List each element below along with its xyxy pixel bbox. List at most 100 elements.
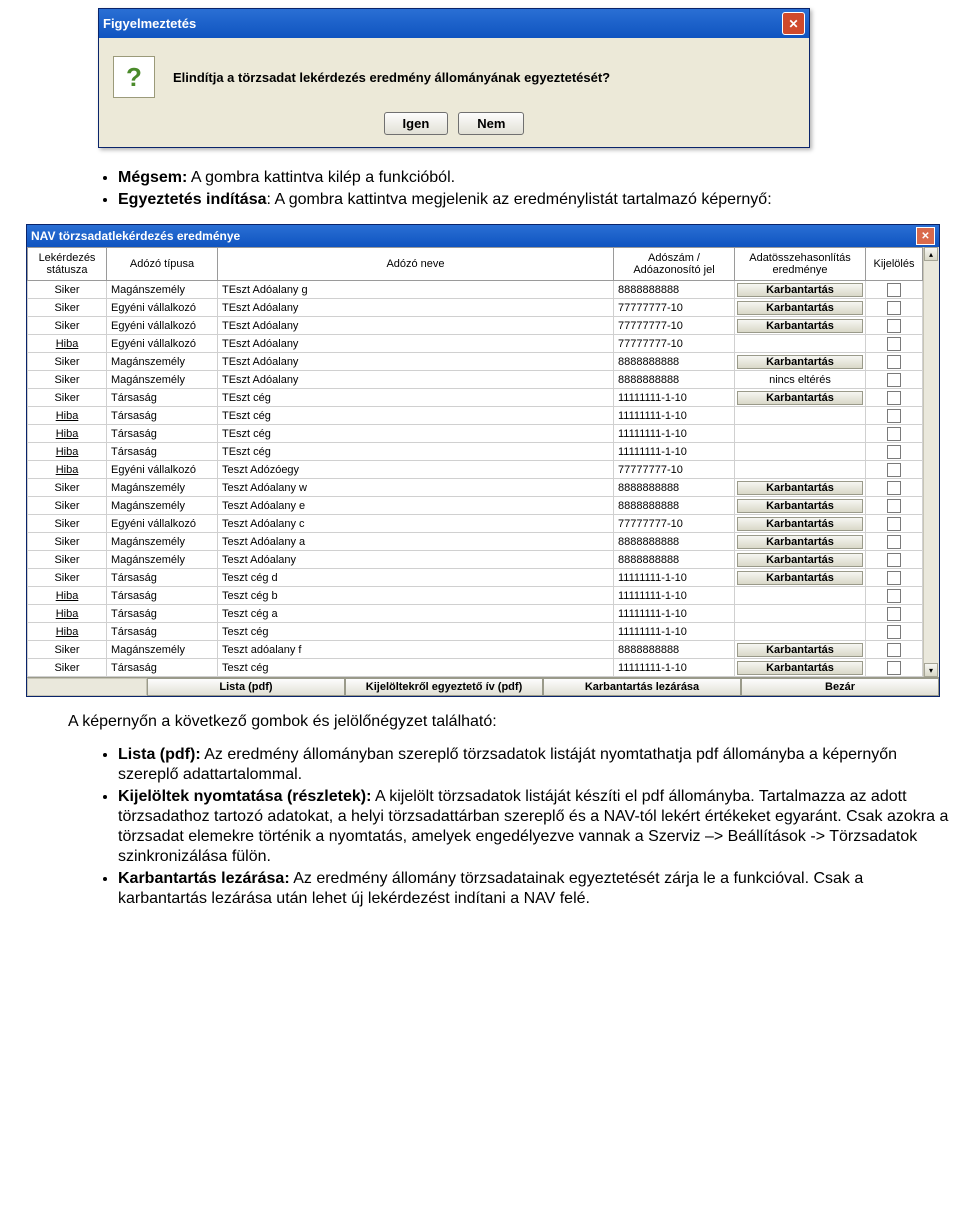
col-compare[interactable]: Adatösszehasonlítás eredménye	[735, 248, 866, 281]
cell-select	[866, 425, 923, 443]
cell-name: Teszt Adóalany	[218, 551, 614, 569]
karbantartas-button[interactable]: Karbantartás	[737, 319, 863, 333]
select-checkbox[interactable]	[887, 283, 901, 297]
select-checkbox[interactable]	[887, 571, 901, 585]
status-link[interactable]: Hiba	[56, 338, 79, 350]
cell-taxid: 77777777-10	[614, 299, 735, 317]
select-checkbox[interactable]	[887, 643, 901, 657]
table-row[interactable]: HibaTársaságTeszt cég11111111-1-10	[28, 623, 923, 641]
select-checkbox[interactable]	[887, 337, 901, 351]
table-row[interactable]: HibaTársaságTeszt cég b11111111-1-10	[28, 587, 923, 605]
select-checkbox[interactable]	[887, 589, 901, 603]
karbantartas-button[interactable]: Karbantartás	[737, 481, 863, 495]
table-row[interactable]: HibaEgyéni vállalkozóTeszt Adózóegy77777…	[28, 461, 923, 479]
cell-compare: Karbantartás	[735, 353, 866, 371]
table-row[interactable]: HibaTársaságTEszt cég11111111-1-10	[28, 443, 923, 461]
select-checkbox[interactable]	[887, 373, 901, 387]
select-checkbox[interactable]	[887, 427, 901, 441]
select-checkbox[interactable]	[887, 445, 901, 459]
close-icon[interactable]: ✕	[916, 227, 935, 245]
table-row[interactable]: SikerTársaságTeszt cég d11111111-1-10Kar…	[28, 569, 923, 587]
scroll-up-icon[interactable]: ▴	[924, 247, 938, 261]
karbantartas-lezarasa-button[interactable]: Karbantartás lezárása	[543, 678, 741, 696]
status-link[interactable]: Hiba	[56, 428, 79, 440]
yes-button[interactable]: Igen	[384, 112, 449, 135]
table-row[interactable]: HibaTársaságTEszt cég11111111-1-10	[28, 425, 923, 443]
karbantartas-button[interactable]: Karbantartás	[737, 535, 863, 549]
cell-type: Magánszemély	[107, 641, 218, 659]
select-checkbox[interactable]	[887, 409, 901, 423]
cell-select	[866, 371, 923, 389]
col-taxid[interactable]: Adószám / Adóazonosító jel	[614, 248, 735, 281]
select-checkbox[interactable]	[887, 463, 901, 477]
cell-compare	[735, 461, 866, 479]
table-row[interactable]: HibaEgyéni vállalkozóTEszt Adóalany77777…	[28, 335, 923, 353]
vertical-scrollbar[interactable]: ▴ ▾	[923, 247, 939, 677]
table-row[interactable]: HibaTársaságTeszt cég a11111111-1-10	[28, 605, 923, 623]
karbantartas-button[interactable]: Karbantartás	[737, 661, 863, 675]
status-link[interactable]: Hiba	[56, 410, 79, 422]
scroll-down-icon[interactable]: ▾	[924, 663, 938, 677]
karbantartas-button[interactable]: Karbantartás	[737, 553, 863, 567]
cell-type: Egyéni vállalkozó	[107, 317, 218, 335]
table-row[interactable]: SikerMagánszemélyTEszt Adóalany g8888888…	[28, 281, 923, 299]
col-type[interactable]: Adózó típusa	[107, 248, 218, 281]
select-checkbox[interactable]	[887, 607, 901, 621]
lista-pdf-button[interactable]: Lista (pdf)	[147, 678, 345, 696]
select-checkbox[interactable]	[887, 625, 901, 639]
close-icon[interactable]: ✕	[782, 12, 805, 35]
table-row[interactable]: SikerEgyéni vállalkozóTEszt Adóalany7777…	[28, 299, 923, 317]
select-checkbox[interactable]	[887, 481, 901, 495]
status-link[interactable]: Hiba	[56, 608, 79, 620]
select-checkbox[interactable]	[887, 301, 901, 315]
results-title: NAV törzsadatlekérdezés eredménye	[31, 229, 240, 243]
table-row[interactable]: SikerMagánszemélyTeszt Adóalany888888888…	[28, 551, 923, 569]
select-checkbox[interactable]	[887, 553, 901, 567]
select-checkbox[interactable]	[887, 499, 901, 513]
cell-compare: Karbantartás	[735, 515, 866, 533]
select-checkbox[interactable]	[887, 391, 901, 405]
col-select[interactable]: Kijelölés	[866, 248, 923, 281]
table-row[interactable]: SikerMagánszemélyTeszt Adóalany w8888888…	[28, 479, 923, 497]
table-row[interactable]: SikerMagánszemélyTEszt Adóalany888888888…	[28, 371, 923, 389]
table-row[interactable]: SikerMagánszemélyTEszt Adóalany888888888…	[28, 353, 923, 371]
cell-type: Magánszemély	[107, 479, 218, 497]
cell-select	[866, 407, 923, 425]
karbantartas-button[interactable]: Karbantartás	[737, 301, 863, 315]
select-checkbox[interactable]	[887, 661, 901, 675]
bezar-button[interactable]: Bezár	[741, 678, 939, 696]
status-link[interactable]: Hiba	[56, 464, 79, 476]
table-row[interactable]: SikerEgyéni vállalkozóTeszt Adóalany c77…	[28, 515, 923, 533]
status-link[interactable]: Hiba	[56, 590, 79, 602]
cell-select	[866, 641, 923, 659]
table-row[interactable]: SikerMagánszemélyTeszt Adóalany e8888888…	[28, 497, 923, 515]
cell-name: Teszt cég	[218, 659, 614, 677]
table-row[interactable]: SikerEgyéni vállalkozóTEszt Adóalany7777…	[28, 317, 923, 335]
col-status[interactable]: Lekérdezés státusza	[28, 248, 107, 281]
warning-dialog: Figyelmeztetés ✕ ? Elindítja a törzsadat…	[98, 8, 810, 148]
karbantartas-button[interactable]: Karbantartás	[737, 643, 863, 657]
status-link[interactable]: Hiba	[56, 446, 79, 458]
select-checkbox[interactable]	[887, 355, 901, 369]
status-link[interactable]: Hiba	[56, 626, 79, 638]
karbantartas-button[interactable]: Karbantartás	[737, 355, 863, 369]
cell-status: Hiba	[28, 623, 107, 641]
col-name[interactable]: Adózó neve	[218, 248, 614, 281]
karbantartas-button[interactable]: Karbantartás	[737, 499, 863, 513]
select-checkbox[interactable]	[887, 319, 901, 333]
select-checkbox[interactable]	[887, 517, 901, 531]
no-button[interactable]: Nem	[458, 112, 524, 135]
karbantartas-button[interactable]: Karbantartás	[737, 283, 863, 297]
select-checkbox[interactable]	[887, 535, 901, 549]
karbantartas-button[interactable]: Karbantartás	[737, 571, 863, 585]
cell-select	[866, 569, 923, 587]
kijelolt-pdf-button[interactable]: Kijelöltekről egyeztető ív (pdf)	[345, 678, 543, 696]
table-row[interactable]: SikerMagánszemélyTeszt adóalany f8888888…	[28, 641, 923, 659]
table-row[interactable]: HibaTársaságTEszt cég11111111-1-10	[28, 407, 923, 425]
karbantartas-button[interactable]: Karbantartás	[737, 517, 863, 531]
table-row[interactable]: SikerMagánszemélyTeszt Adóalany a8888888…	[28, 533, 923, 551]
cell-taxid: 11111111-1-10	[614, 587, 735, 605]
table-row[interactable]: SikerTársaságTeszt cég11111111-1-10Karba…	[28, 659, 923, 677]
table-row[interactable]: SikerTársaságTEszt cég11111111-1-10Karba…	[28, 389, 923, 407]
karbantartas-button[interactable]: Karbantartás	[737, 391, 863, 405]
